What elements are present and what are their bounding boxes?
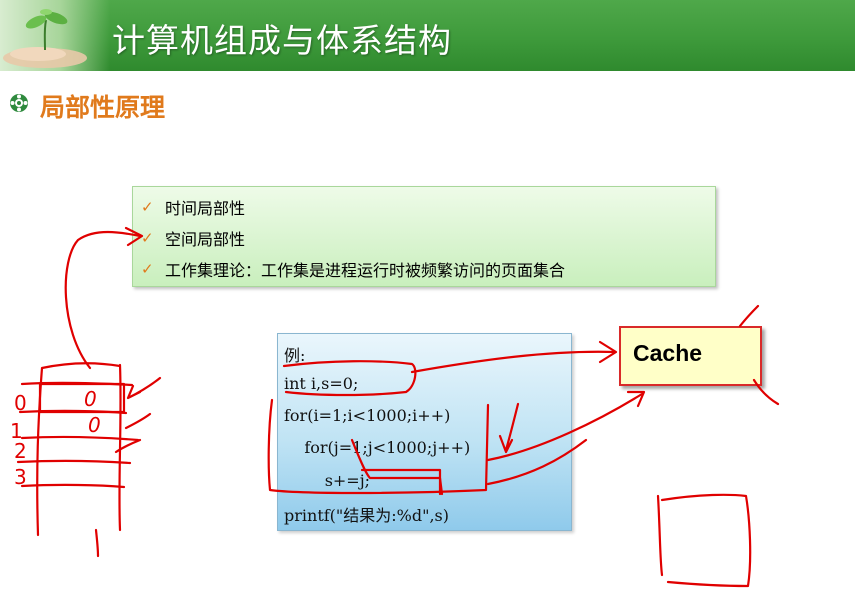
arrow-into-stack bbox=[114, 438, 142, 454]
arrow-stack-to-spatial bbox=[64, 230, 142, 370]
concept-temporal-locality: 时间局部性 bbox=[165, 199, 246, 218]
list-item: ✓ 工作集理论：工作集是进程运行时被频繁访问的页面集合 bbox=[141, 257, 565, 281]
list-item: ✓ 时间局部性 bbox=[141, 195, 245, 219]
arrow-into-stack bbox=[126, 376, 162, 400]
code-line: for(j=1;j<1000;j++) bbox=[284, 438, 471, 457]
cache-label: Cache bbox=[633, 340, 703, 366]
memory-stack-tail bbox=[94, 528, 100, 558]
checkmark-icon: ✓ bbox=[141, 229, 154, 247]
concept-working-set: 工作集理论：工作集是进程运行时被频繁访问的页面集合 bbox=[165, 261, 566, 280]
list-item: ✓ 空间局部性 bbox=[141, 226, 245, 250]
memory-row-line bbox=[18, 409, 128, 415]
arrow-into-stack bbox=[124, 412, 152, 430]
header-seedling-image bbox=[0, 0, 110, 71]
code-line: int i,s=0; bbox=[284, 374, 359, 393]
memory-row-line bbox=[20, 483, 126, 489]
row-number-label: 1 bbox=[10, 419, 23, 443]
cell-mark-label: 0 bbox=[84, 387, 97, 411]
sketch-box bbox=[656, 493, 752, 588]
concept-spatial-locality: 空间局部性 bbox=[165, 230, 246, 249]
row-number-label: 3 bbox=[14, 465, 27, 489]
row-number-label: 2 bbox=[14, 439, 27, 463]
slide-header: 计算机组成与体系结构 bbox=[0, 0, 855, 71]
seedling-hand-icon bbox=[3, 9, 87, 68]
arrowhead bbox=[598, 340, 618, 364]
code-line: 例: bbox=[284, 346, 306, 365]
checkmark-icon: ✓ bbox=[141, 260, 154, 278]
locality-concepts-box: ✓ 时间局部性 ✓ 空间局部性 ✓ 工作集理论：工作集是进程运行时被频繁访问的页… bbox=[132, 186, 716, 287]
memory-row-line bbox=[16, 459, 132, 465]
section-title: 局部性原理 bbox=[40, 93, 166, 122]
flower-bullet-icon bbox=[10, 94, 28, 112]
memory-row-line bbox=[20, 381, 134, 387]
memory-row-line bbox=[20, 435, 140, 442]
cache-box: Cache bbox=[619, 326, 762, 386]
memory-block-highlight bbox=[38, 382, 126, 414]
checkmark-icon: ✓ bbox=[141, 198, 154, 216]
code-line: for(i=1;i<1000;i++) bbox=[284, 406, 451, 425]
code-line: printf("结果为:%d",s) bbox=[284, 506, 450, 525]
slide-title: 计算机组成与体系结构 bbox=[112, 21, 452, 60]
memory-stack-outline bbox=[36, 362, 122, 537]
row-number-label: 0 bbox=[14, 391, 27, 415]
code-line: s+=j; bbox=[284, 471, 371, 490]
cell-mark-label: 0 bbox=[88, 413, 101, 437]
code-example-box: 例: int i,s=0; for(i=1;i<1000;i++) for(j=… bbox=[277, 333, 572, 531]
arrowhead bbox=[626, 390, 646, 408]
